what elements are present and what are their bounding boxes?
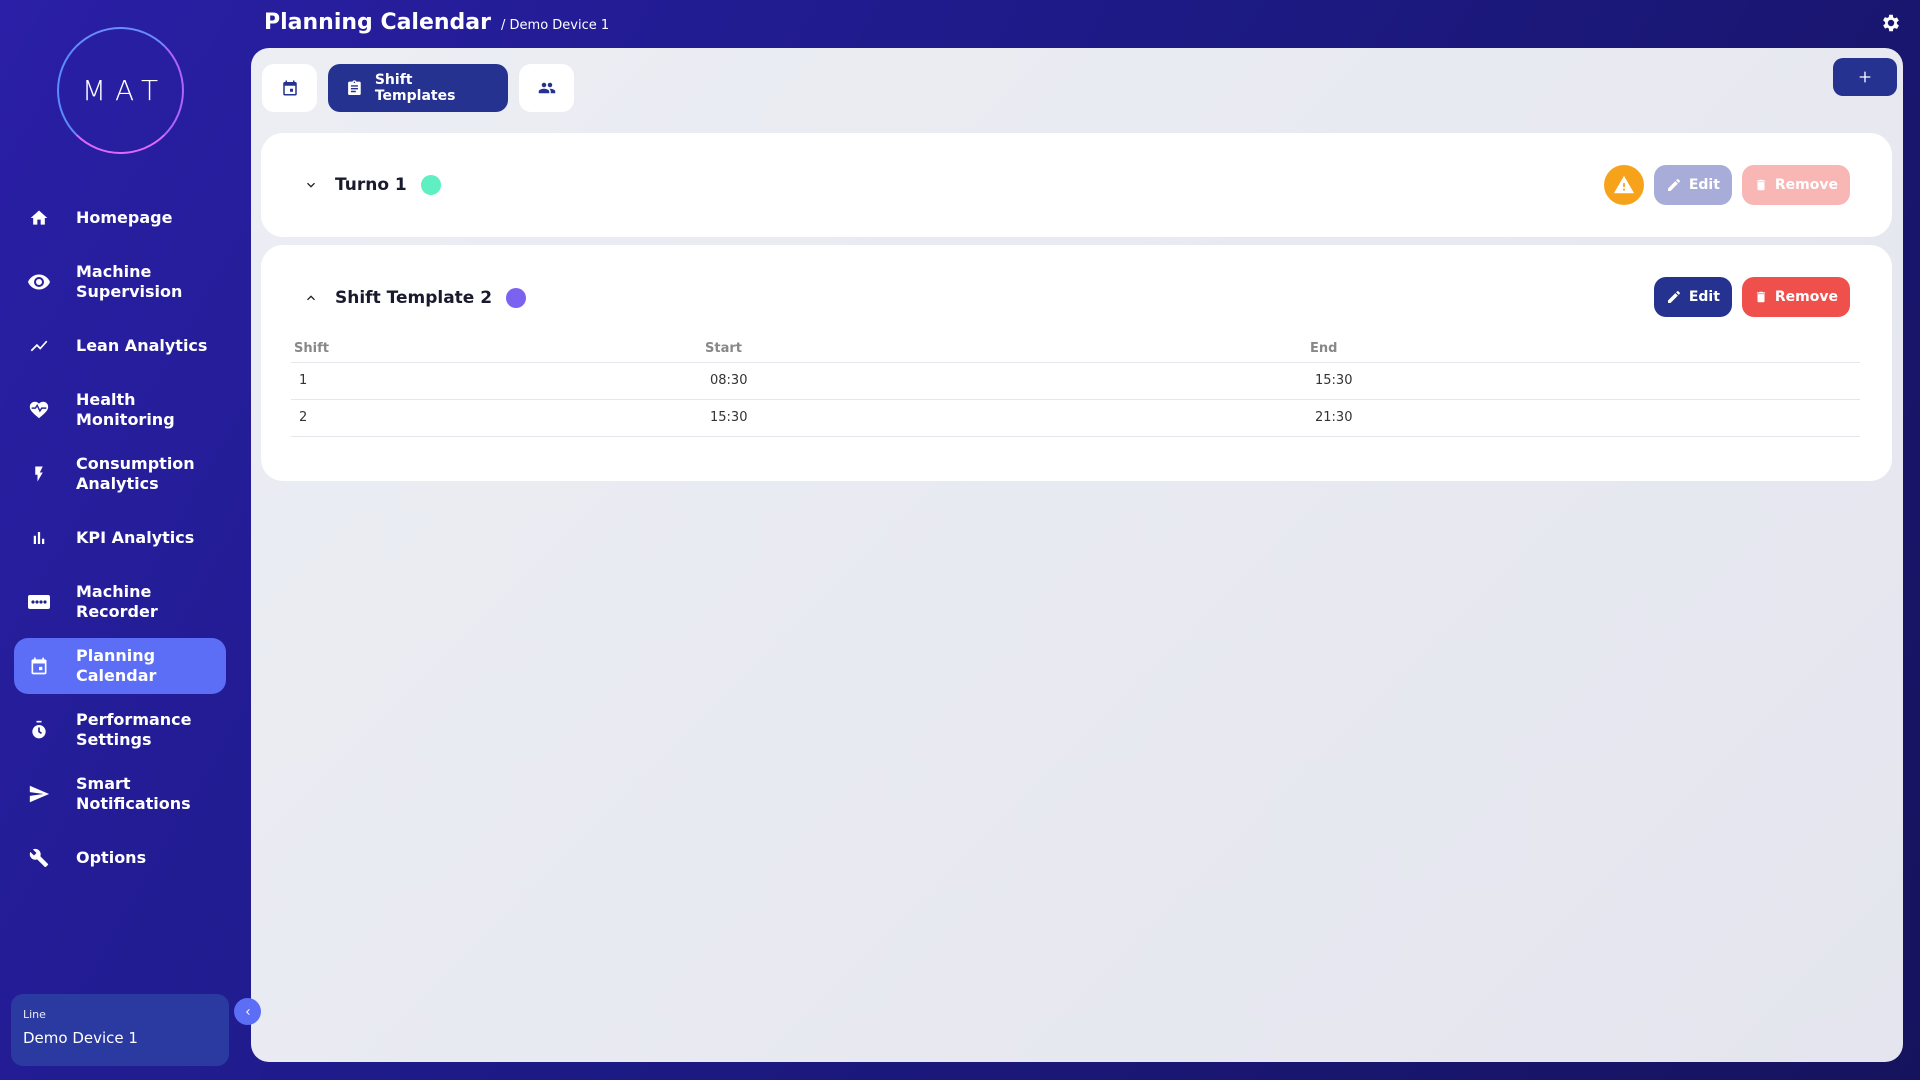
table-row: 2 15:30 21:30 — [291, 399, 1860, 437]
sidebar-item-kpi-analytics[interactable]: KPI Analytics — [14, 510, 226, 566]
table-row: 1 08:30 15:30 — [291, 362, 1860, 400]
template-actions: Edit Remove — [1653, 277, 1850, 317]
heart-pulse-icon — [26, 397, 52, 423]
template-header: Shift Template 2 — [303, 288, 527, 308]
chevron-left-icon — [245, 1008, 250, 1015]
sidebar-item-label: Performance Settings — [76, 710, 192, 749]
edit-label: Edit — [1688, 177, 1720, 193]
sidebar-item-label: Machine Supervision — [76, 262, 183, 301]
chevron-up-icon[interactable] — [303, 290, 319, 306]
sidebar-item-label: Health Monitoring — [76, 390, 175, 429]
edit-button[interactable]: Edit — [1653, 165, 1732, 205]
sidebar-item-lean-analytics[interactable]: Lean Analytics — [14, 318, 226, 374]
pencil-icon — [1667, 291, 1680, 303]
tab-calendar[interactable] — [262, 64, 317, 112]
lightning-icon — [26, 461, 52, 487]
edit-button[interactable]: Edit — [1653, 277, 1732, 317]
sidebar-item-machine-recorder[interactable]: Machine Recorder — [14, 574, 226, 630]
calendar-icon — [282, 80, 297, 96]
device-selector[interactable]: Line Demo Device 1 — [11, 994, 229, 1066]
home-icon — [26, 205, 52, 231]
sidebar-nav: Homepage Machine Supervision Lean Analyt… — [14, 190, 226, 894]
edit-label: Edit — [1688, 289, 1720, 305]
warning-icon — [1613, 175, 1634, 194]
eye-icon — [26, 269, 52, 295]
clipboard-icon — [348, 80, 361, 96]
sidebar-item-label: Machine Recorder — [76, 582, 158, 621]
template-actions: Edit Remove — [1603, 165, 1850, 205]
sidebar-item-label: Options — [76, 848, 147, 867]
template-color-dot — [420, 175, 441, 195]
table-header-row: Shift Start End — [291, 340, 1860, 363]
cell-start: 15:30 — [702, 399, 1307, 437]
cell-end: 15:30 — [1307, 362, 1860, 400]
tab-bar: Shift Templates — [262, 64, 574, 112]
chevron-down-icon[interactable] — [303, 177, 319, 193]
template-color-dot — [506, 288, 527, 308]
remove-button[interactable]: Remove — [1741, 165, 1850, 205]
trash-icon — [1756, 179, 1765, 191]
template-name: Turno 1 — [335, 175, 407, 195]
add-template-button[interactable] — [1833, 58, 1897, 96]
page-header: Planning Calendar / Demo Device 1 — [264, 10, 609, 35]
send-icon — [26, 781, 52, 807]
sidebar-item-label: Consumption Analytics — [76, 454, 195, 493]
calendar-icon — [26, 653, 52, 679]
device-value: Demo Device 1 — [23, 1029, 138, 1047]
device-label: Line — [23, 1008, 46, 1021]
main-panel: Shift Templates Turno 1 Edit Remove Shif… — [251, 48, 1903, 1062]
sidebar-item-options[interactable]: Options — [14, 830, 226, 886]
settings-button[interactable] — [1880, 12, 1904, 36]
sidebar-item-consumption-analytics[interactable]: Consumption Analytics — [14, 446, 226, 502]
sidebar-item-label: Smart Notifications — [76, 774, 191, 813]
tab-label: Shift Templates — [374, 72, 456, 104]
sidebar-item-machine-supervision[interactable]: Machine Supervision — [14, 254, 226, 310]
template-name: Shift Template 2 — [335, 288, 493, 308]
gear-icon — [1883, 14, 1899, 32]
column-header-start: Start — [702, 340, 1307, 363]
timer-icon — [26, 717, 52, 743]
bar-chart-icon — [26, 525, 52, 551]
cell-start: 08:30 — [702, 362, 1307, 400]
page-title: Planning Calendar — [264, 10, 492, 35]
sidebar: MAT Homepage Machine Supervision Lean An… — [0, 0, 251, 1080]
cell-shift: 1 — [291, 362, 702, 400]
column-header-shift: Shift — [291, 340, 702, 363]
cell-shift: 2 — [291, 399, 702, 437]
pencil-icon — [1667, 179, 1680, 191]
remove-label: Remove — [1774, 289, 1838, 305]
sidebar-item-label: Planning Calendar — [76, 646, 157, 685]
people-icon — [538, 82, 555, 94]
sidebar-item-planning-calendar[interactable]: Planning Calendar — [14, 638, 226, 694]
sidebar-item-health-monitoring[interactable]: Health Monitoring — [14, 382, 226, 438]
breadcrumb: / Demo Device 1 — [501, 18, 610, 33]
remove-button[interactable]: Remove — [1741, 277, 1850, 317]
tab-shift-templates[interactable]: Shift Templates — [328, 64, 508, 112]
shift-table: Shift Start End 1 08:30 15:30 2 15:30 21… — [291, 340, 1860, 437]
recorder-icon — [26, 589, 52, 615]
wrench-icon — [26, 845, 52, 871]
trend-line-icon — [26, 333, 52, 359]
sidebar-item-label: Homepage — [76, 208, 173, 227]
sidebar-item-performance-settings[interactable]: Performance Settings — [14, 702, 226, 758]
remove-label: Remove — [1774, 177, 1838, 193]
sidebar-item-homepage[interactable]: Homepage — [14, 190, 226, 246]
plus-icon — [1859, 71, 1871, 83]
tab-people[interactable] — [519, 64, 574, 112]
column-header-end: End — [1307, 340, 1860, 363]
template-card: Turno 1 Edit Remove — [261, 133, 1892, 237]
cell-end: 21:30 — [1307, 399, 1860, 437]
sidebar-item-label: KPI Analytics — [76, 528, 195, 547]
trash-icon — [1756, 291, 1765, 303]
template-card: Shift Template 2 Edit Remove Shift Start… — [261, 245, 1892, 481]
warning-button[interactable] — [1603, 165, 1644, 205]
collapse-sidebar-button[interactable] — [234, 998, 261, 1025]
template-header: Turno 1 — [303, 175, 441, 195]
sidebar-item-smart-notifications[interactable]: Smart Notifications — [14, 766, 226, 822]
logo: MAT — [57, 27, 184, 154]
sidebar-item-label: Lean Analytics — [76, 336, 208, 355]
